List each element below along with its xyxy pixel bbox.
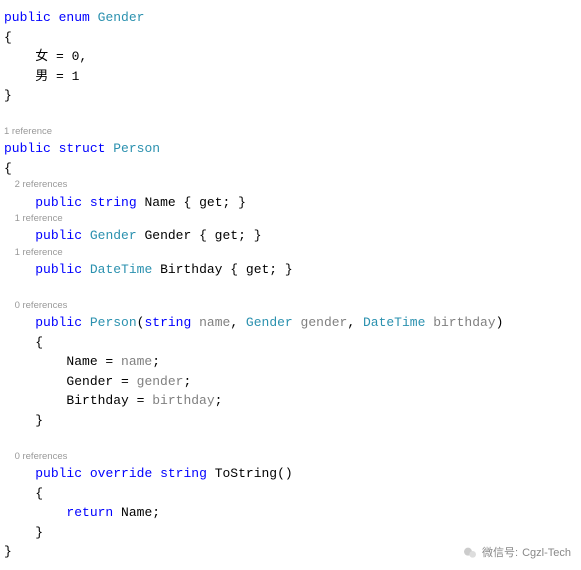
enum-member-male: 男 = 1: [35, 69, 79, 84]
codelens-reference[interactable]: 1 reference: [4, 246, 577, 260]
keyword-override: override: [90, 466, 152, 481]
enum-member: 女 = 0,: [4, 47, 577, 67]
return-value: Name;: [113, 505, 160, 520]
ref-count: 0 references: [15, 300, 68, 311]
property-name: Gender: [144, 228, 191, 243]
brace-open: {: [4, 484, 577, 504]
param-type: string: [144, 315, 191, 330]
ctor-body: Birthday = birthday;: [4, 391, 577, 411]
semicolon: ;: [183, 374, 191, 389]
property-line: public DateTime Birthday { get; }: [4, 260, 577, 280]
keyword-public: public: [35, 466, 82, 481]
brace-close: }: [4, 86, 577, 106]
keyword-public: public: [4, 10, 51, 25]
semicolon: ;: [152, 354, 160, 369]
method-name: ToString: [215, 466, 277, 481]
assign-rhs: name: [121, 354, 152, 369]
wechat-watermark: 微信号: Cgzl-Tech: [462, 545, 571, 562]
method-body: return Name;: [4, 503, 577, 523]
assign-lhs: Name =: [66, 354, 121, 369]
ctor-body: Name = name;: [4, 352, 577, 372]
watermark-value: Cgzl-Tech: [522, 545, 571, 562]
brace: }: [35, 525, 43, 540]
keyword-public: public: [35, 228, 82, 243]
accessor: { get; }: [176, 195, 246, 210]
type-name: Gender: [90, 228, 137, 243]
ref-count: 0 references: [15, 451, 68, 462]
blank-line: [4, 106, 577, 126]
semicolon: ;: [215, 393, 223, 408]
codelens-reference[interactable]: 0 references: [4, 450, 577, 464]
param-name: gender: [301, 315, 348, 330]
accessor: { get; }: [191, 228, 261, 243]
assign-lhs: Birthday =: [66, 393, 152, 408]
property-line: public Gender Gender { get; }: [4, 226, 577, 246]
blank-line: [4, 280, 577, 300]
ref-count: 1 reference: [15, 213, 63, 224]
param-name: name: [199, 315, 230, 330]
property-line: public string Name { get; }: [4, 193, 577, 213]
ref-count: 2 references: [15, 179, 68, 190]
enum-member-female: 女 = 0,: [35, 49, 87, 64]
codelens-reference[interactable]: 2 references: [4, 178, 577, 192]
type-name: DateTime: [90, 262, 152, 277]
param-type: DateTime: [363, 315, 425, 330]
code-line: public struct Person: [4, 139, 577, 159]
enum-member: 男 = 1: [4, 67, 577, 87]
type-name: Person: [113, 141, 160, 156]
brace: {: [35, 486, 43, 501]
brace-open: {: [4, 159, 577, 179]
property-name: Birthday: [160, 262, 222, 277]
keyword-type: string: [90, 195, 137, 210]
ctor-name: Person: [90, 315, 137, 330]
ctor-body: Gender = gender;: [4, 372, 577, 392]
type-name: Gender: [98, 10, 145, 25]
ref-count: 1 reference: [15, 247, 63, 258]
param-name: birthday: [433, 315, 495, 330]
assign-rhs: birthday: [152, 393, 214, 408]
keyword-struct: struct: [59, 141, 106, 156]
ctor-line: public Person(string name, Gender gender…: [4, 313, 577, 333]
parens: (): [277, 466, 293, 481]
property-name: Name: [144, 195, 175, 210]
brace-close: }: [4, 523, 577, 543]
blank-line: [4, 430, 577, 450]
codelens-reference[interactable]: 0 references: [4, 299, 577, 313]
codelens-reference[interactable]: 1 reference: [4, 125, 577, 139]
brace: }: [35, 413, 43, 428]
wechat-icon: [462, 545, 478, 561]
assign-rhs: gender: [137, 374, 184, 389]
brace-open: {: [4, 333, 577, 353]
return-type: string: [160, 466, 207, 481]
keyword-public: public: [35, 195, 82, 210]
brace-open: {: [4, 28, 577, 48]
keyword-public: public: [35, 262, 82, 277]
assign-lhs: Gender =: [66, 374, 136, 389]
method-line: public override string ToString(): [4, 464, 577, 484]
keyword-return: return: [66, 505, 113, 520]
code-line: public enum Gender: [4, 8, 577, 28]
keyword-public: public: [35, 315, 82, 330]
codelens-reference[interactable]: 1 reference: [4, 212, 577, 226]
accessor: { get; }: [223, 262, 293, 277]
brace-close: }: [4, 411, 577, 431]
brace: {: [35, 335, 43, 350]
param-type: Gender: [246, 315, 293, 330]
keyword-enum: enum: [59, 10, 90, 25]
watermark-label: 微信号:: [482, 545, 518, 562]
keyword-public: public: [4, 141, 51, 156]
